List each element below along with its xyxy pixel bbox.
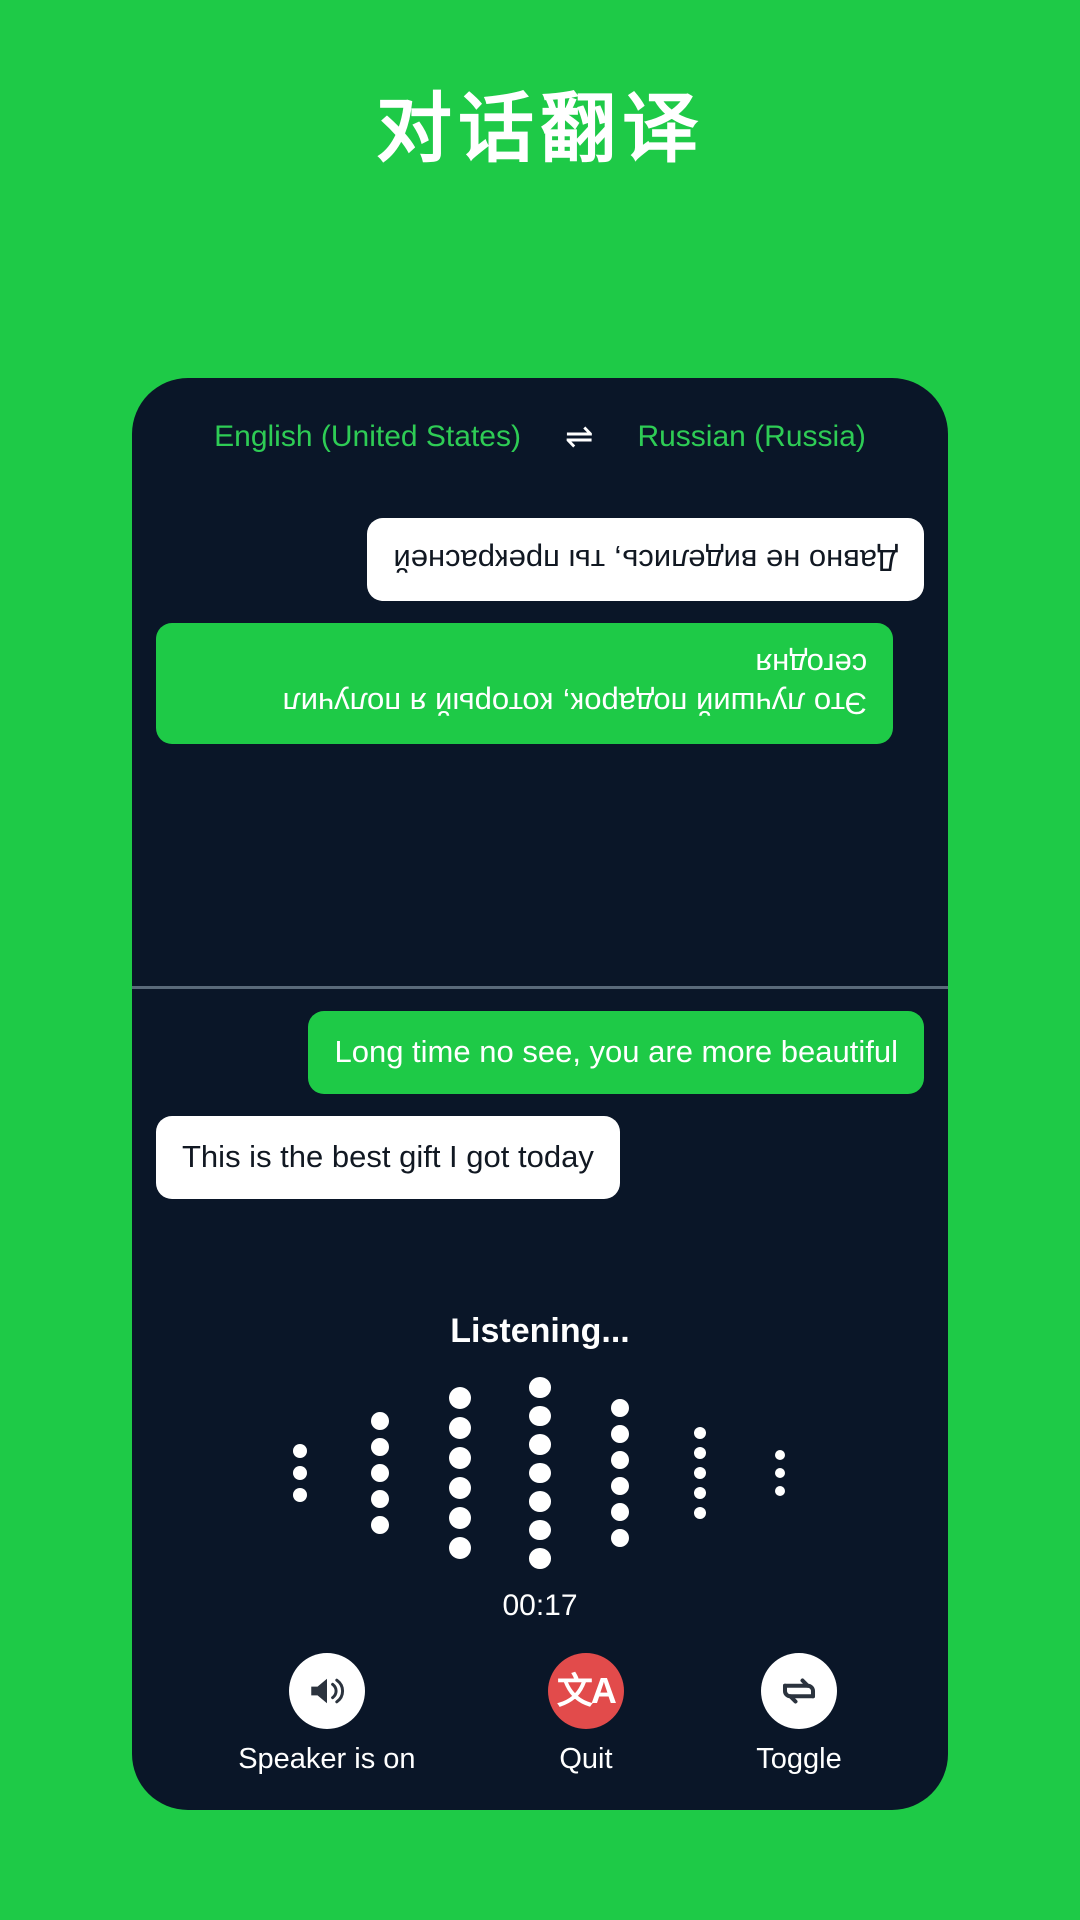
- quit-button[interactable]: 文A Quit: [547, 1653, 624, 1776]
- waveform-dot: [611, 1425, 629, 1443]
- swap-horizontal-icon[interactable]: ⇌: [565, 420, 594, 454]
- message-row: This is the best gift I got today: [156, 1115, 924, 1199]
- waveform-dot: [371, 1490, 389, 1508]
- speaker-on-icon: [288, 1653, 365, 1729]
- waveform-dot: [529, 1376, 551, 1398]
- message-bubble-source[interactable]: Long time no see, you are more beautiful: [308, 1011, 924, 1094]
- waveform-dot: [293, 1488, 307, 1502]
- waveform-column: [420, 1373, 500, 1573]
- phone-card: English (United States) ⇌ Russian (Russi…: [132, 378, 948, 1810]
- waveform-dot: [529, 1491, 551, 1512]
- waveform-dot: [529, 1405, 551, 1427]
- target-language-label[interactable]: Russian (Russia): [637, 420, 865, 454]
- waveform-dot: [775, 1486, 785, 1496]
- waveform-dot: [529, 1434, 551, 1455]
- waveform-dot: [371, 1438, 389, 1456]
- conversation-pane-rotated: Это лучший подарок, который я получил се…: [132, 496, 948, 986]
- waveform-column: [660, 1373, 740, 1573]
- waveform-dot: [449, 1417, 471, 1439]
- waveform-dot: [529, 1462, 551, 1484]
- waveform-column: [580, 1373, 660, 1573]
- waveform-dot: [611, 1477, 629, 1495]
- toggle-button[interactable]: Toggle: [756, 1653, 842, 1776]
- waveform-dot: [371, 1464, 389, 1482]
- waveform-dot: [775, 1468, 785, 1478]
- waveform-dot: [611, 1529, 629, 1547]
- message-row: Давно не виделись, ты прекрасней: [156, 518, 924, 601]
- audio-waveform-icon: [260, 1373, 820, 1573]
- message-row: Long time no see, you are more beautiful: [156, 1011, 924, 1094]
- waveform-column: [340, 1373, 420, 1573]
- waveform-dot: [449, 1447, 471, 1469]
- conversation-pane-primary: Long time no see, you are more beautiful…: [132, 989, 948, 1312]
- waveform-dot: [694, 1487, 706, 1499]
- message-bubble-target[interactable]: Давно не виделись, ты прекрасней: [367, 518, 924, 601]
- language-bar: English (United States) ⇌ Russian (Russi…: [132, 378, 948, 496]
- waveform-dot: [611, 1503, 629, 1521]
- waveform-dot: [529, 1548, 551, 1570]
- waveform-dot: [694, 1467, 706, 1479]
- speaker-toggle-button[interactable]: Speaker is on: [238, 1653, 416, 1776]
- translate-glyph: 文A: [556, 1670, 617, 1711]
- speaker-toggle-label: Speaker is on: [238, 1743, 416, 1775]
- mic-section: Listening... 00:17: [132, 1312, 948, 1631]
- waveform-dot: [449, 1477, 471, 1499]
- control-bar: Speaker is on 文A Quit Toggle: [132, 1631, 948, 1810]
- message-bubble-source[interactable]: Это лучший подарок, который я получил се…: [156, 622, 894, 745]
- waveform-dot: [293, 1444, 307, 1458]
- waveform-dot: [371, 1516, 389, 1534]
- waveform-dot: [694, 1447, 706, 1459]
- waveform-dot: [293, 1466, 307, 1480]
- conversation-area: Это лучший подарок, который я получил се…: [132, 496, 948, 1312]
- waveform-dot: [611, 1451, 629, 1469]
- source-language-label[interactable]: English (United States): [214, 420, 521, 454]
- translate-icon: 文A: [547, 1653, 624, 1729]
- message-bubble-target[interactable]: This is the best gift I got today: [156, 1115, 620, 1199]
- page-title: 对话翻译: [376, 87, 704, 172]
- toggle-label: Toggle: [756, 1743, 842, 1775]
- waveform-dot: [449, 1387, 471, 1409]
- message-row: Это лучший подарок, который я получил се…: [156, 622, 924, 745]
- waveform-column: [260, 1373, 340, 1573]
- waveform-column: [500, 1373, 580, 1573]
- waveform-column: [740, 1373, 820, 1573]
- waveform-dot: [449, 1507, 471, 1529]
- waveform-dot: [694, 1507, 706, 1519]
- waveform-dot: [611, 1399, 629, 1417]
- recording-timer: 00:17: [502, 1589, 578, 1622]
- repeat-arrows-icon: [761, 1653, 838, 1729]
- quit-label: Quit: [559, 1743, 613, 1775]
- waveform-dot: [371, 1412, 389, 1430]
- waveform-dot: [449, 1537, 471, 1559]
- waveform-dot: [694, 1427, 706, 1439]
- listening-status-label: Listening...: [450, 1312, 630, 1350]
- waveform-dot: [775, 1450, 785, 1460]
- waveform-dot: [529, 1519, 551, 1541]
